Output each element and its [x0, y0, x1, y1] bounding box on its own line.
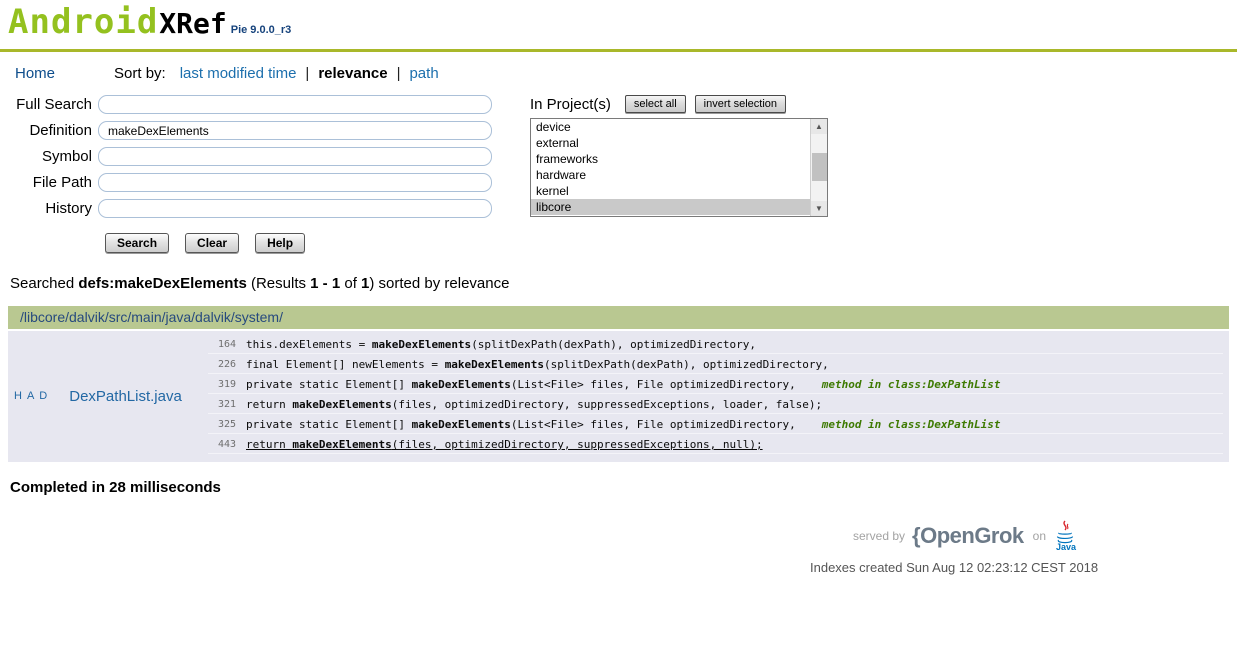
- file-action-link-d[interactable]: D: [39, 390, 47, 402]
- code-lines: 164 this.dexElements = makeDexElements(sp…: [208, 336, 1229, 456]
- scroll-down-icon[interactable]: ▼: [811, 201, 827, 216]
- code-text-link[interactable]: private static Element[] makeDexElements…: [246, 378, 796, 391]
- search-form: Full Search Definition Symbol File Path Hist…: [0, 95, 1237, 225]
- code-line: 443 return makeDexElements(files, optimiz…: [208, 436, 1223, 454]
- code-text-link[interactable]: final Element[] newElements = makeDexEle…: [246, 358, 829, 371]
- symbol-input[interactable]: [98, 147, 492, 166]
- sort-separator: |: [305, 65, 310, 82]
- help-button[interactable]: Help: [255, 233, 306, 253]
- logo-version-text: Pie 9.0.0_r3: [230, 24, 292, 36]
- code-line: 319 private static Element[] makeDexEleme…: [208, 376, 1223, 394]
- summary-prefix: Searched: [10, 275, 79, 292]
- file-cell: HAD DexPathList.java: [8, 336, 208, 456]
- line-number-link[interactable]: 325: [208, 419, 236, 430]
- full-search-label: Full Search: [16, 96, 92, 113]
- results-summary: Searched defs:makeDexElements (Results 1…: [10, 275, 1237, 292]
- home-link[interactable]: Home: [15, 65, 55, 82]
- scroll-up-icon[interactable]: ▲: [811, 119, 827, 134]
- summary-query: defs:makeDexElements: [78, 275, 247, 292]
- method-annotation: method in class:DexPathList: [821, 378, 1001, 391]
- listbox-scrollbar[interactable]: ▲ ▼: [810, 119, 827, 216]
- line-number-link[interactable]: 226: [208, 359, 236, 370]
- sort-by-label: Sort by:: [114, 65, 166, 82]
- search-button[interactable]: Search: [105, 233, 170, 253]
- java-logo-icon: Java: [1053, 520, 1077, 552]
- search-fields: Full Search Definition Symbol File Path Hist…: [0, 95, 492, 225]
- project-listbox-items: device external frameworks hardware kernel li…: [531, 119, 827, 215]
- scrollbar-thumb[interactable]: [812, 153, 827, 181]
- select-all-button[interactable]: select all: [624, 95, 686, 113]
- field-row: Symbol: [0, 147, 492, 166]
- svg-text:Java: Java: [1056, 542, 1077, 552]
- method-annotation: method in class:DexPathList: [821, 418, 1001, 431]
- projects-panel: In Project(s) select all invert selectio…: [530, 95, 828, 225]
- file-path-label: File Path: [32, 174, 92, 191]
- invert-selection-button[interactable]: invert selection: [694, 95, 787, 113]
- code-text-link[interactable]: return makeDexElements(files, optimizedD…: [246, 398, 822, 411]
- sort-option-last-modified-time[interactable]: last modified time: [180, 65, 297, 82]
- nav-bar: Home Sort by: last modified time | relevan…: [0, 52, 1237, 82]
- file-action-link-a[interactable]: A: [27, 390, 34, 402]
- on-label: on: [1032, 529, 1047, 543]
- summary-of: of: [340, 275, 362, 292]
- code-line: 164 this.dexElements = makeDexElements(sp…: [208, 336, 1223, 354]
- code-text-link[interactable]: return makeDexElements(files, optimizedD…: [246, 438, 763, 451]
- field-row: Full Search: [0, 95, 492, 114]
- completed-status: Completed in 28 milliseconds: [10, 479, 221, 496]
- served-by-area: served by {OpenGrok on Java: [853, 520, 1077, 552]
- projects-label: In Project(s): [530, 95, 611, 113]
- code-line: 321 return makeDexElements(files, optimiz…: [208, 396, 1223, 414]
- project-item-hardware[interactable]: hardware: [531, 167, 810, 183]
- history-input[interactable]: [98, 199, 492, 218]
- field-row: History: [0, 199, 492, 218]
- line-number-link[interactable]: 443: [208, 439, 236, 450]
- project-listbox[interactable]: device external frameworks hardware kernel li…: [530, 118, 828, 217]
- sort-option-path[interactable]: path: [409, 65, 438, 82]
- form-buttons: Search Clear Help: [105, 233, 1237, 253]
- field-row: Definition: [0, 121, 492, 140]
- project-item-external[interactable]: external: [531, 135, 810, 151]
- project-item-kernel[interactable]: kernel: [531, 183, 810, 199]
- definition-input[interactable]: [98, 121, 492, 140]
- directory-header: /libcore/dalvik/src/main/java/dalvik/sys…: [8, 306, 1229, 329]
- summary-range: 1 - 1: [310, 275, 341, 292]
- code-text-link[interactable]: this.dexElements = makeDexElements(split…: [246, 338, 756, 351]
- field-row: File Path: [0, 173, 492, 192]
- file-action-link-h[interactable]: H: [14, 390, 22, 402]
- code-text-link[interactable]: private static Element[] makeDexElements…: [246, 418, 796, 431]
- line-number-link[interactable]: 319: [208, 379, 236, 390]
- summary-suffix: ) sorted by relevance: [369, 275, 510, 292]
- app-logo[interactable]: AndroidXRef Pie 9.0.0_r3: [0, 0, 1237, 49]
- indexes-created-text: Indexes created Sun Aug 12 02:23:12 CEST…: [810, 560, 1099, 575]
- line-number-link[interactable]: 164: [208, 339, 236, 350]
- opengrok-logo-link[interactable]: {OpenGrok: [912, 523, 1024, 549]
- file-link[interactable]: DexPathList.java: [69, 388, 182, 405]
- project-item-frameworks[interactable]: frameworks: [531, 151, 810, 167]
- code-line: 325 private static Element[] makeDexEleme…: [208, 416, 1223, 434]
- sort-option-relevance[interactable]: relevance: [318, 65, 387, 82]
- project-item-device[interactable]: device: [531, 119, 810, 135]
- result-row: HAD DexPathList.java 164 this.dexElements…: [8, 331, 1229, 462]
- line-number-link[interactable]: 321: [208, 399, 236, 410]
- definition-label: Definition: [29, 122, 92, 139]
- served-by-label: served by: [853, 529, 906, 543]
- file-history-links: HAD: [14, 390, 47, 402]
- projects-header: In Project(s) select all invert selectio…: [530, 95, 828, 113]
- sort-separator: |: [396, 65, 401, 82]
- project-item-libcore[interactable]: libcore: [531, 199, 810, 215]
- clear-button[interactable]: Clear: [185, 233, 240, 253]
- sort-options: last modified time | relevance | path: [180, 65, 439, 82]
- logo-android-text: Android: [8, 2, 159, 42]
- history-label: History: [45, 200, 92, 217]
- file-path-input[interactable]: [98, 173, 492, 192]
- symbol-label: Symbol: [41, 148, 92, 165]
- logo-xref-text: XRef: [159, 7, 227, 40]
- summary-results-open: (Results: [246, 275, 311, 292]
- full-search-input[interactable]: [98, 95, 492, 114]
- code-line: 226 final Element[] newElements = makeDex…: [208, 356, 1223, 374]
- directory-link[interactable]: /libcore/dalvik/src/main/java/dalvik/sys…: [20, 309, 283, 325]
